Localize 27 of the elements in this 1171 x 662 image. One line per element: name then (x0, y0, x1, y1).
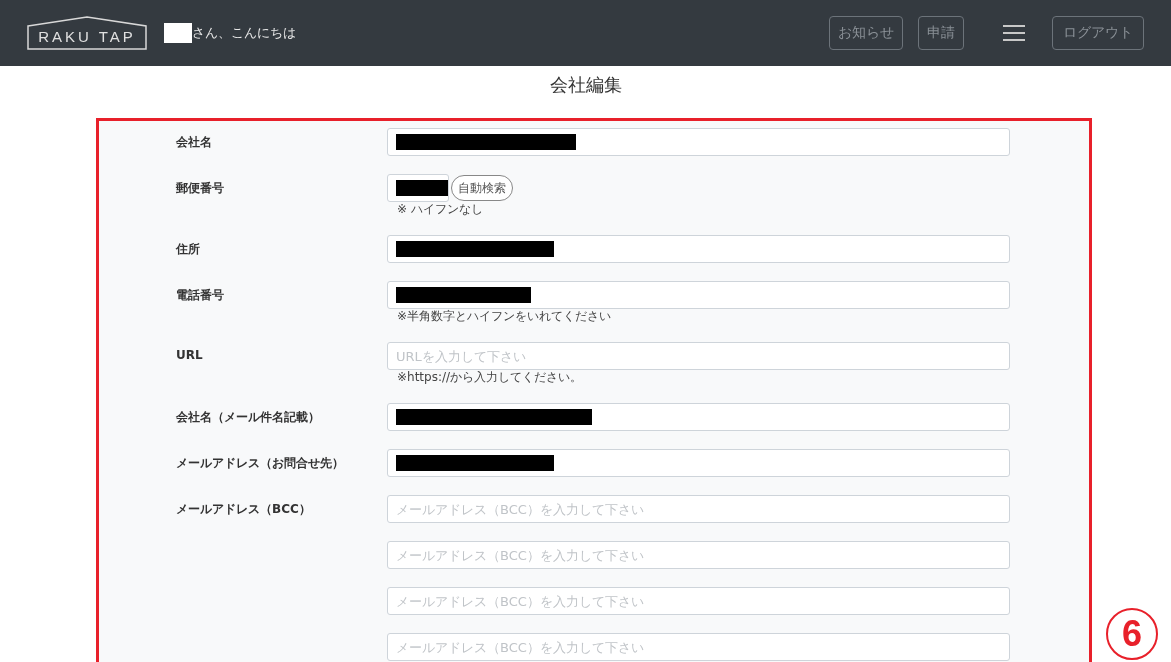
field-label: 電話番号 (176, 287, 225, 304)
step-number-badge: 6 (1106, 608, 1158, 660)
field-label: URL (176, 347, 204, 364)
field-label: メールアドレス（BCC） (176, 501, 312, 518)
input-field[interactable] (387, 174, 449, 202)
auto-search-button[interactable]: 自動検索 (451, 175, 513, 201)
input-field[interactable]: URLを入力して下さい (387, 342, 1010, 370)
hint-text: ※半角数字とハイフンをいれてください (396, 309, 613, 324)
input-field[interactable] (387, 235, 1010, 263)
hint-text: ※https://から入力してください。 (396, 370, 584, 385)
field-label: 住所 (176, 241, 201, 258)
field-label: 会社名（メール件名記載） (176, 409, 321, 426)
page-title: 会社編集 (548, 73, 623, 97)
input-field[interactable] (387, 128, 1010, 156)
nav-button[interactable]: お知らせ (829, 16, 903, 50)
field-label: 会社名 (176, 134, 213, 151)
input-field[interactable] (387, 403, 1010, 431)
input-field[interactable] (387, 281, 1010, 309)
logout-button[interactable]: ログアウト (1052, 16, 1144, 50)
greeting-text: さん、こんにちは (192, 24, 296, 42)
menu-icon[interactable] (1003, 24, 1025, 42)
field-label: 郵便番号 (176, 180, 225, 197)
input-field[interactable] (387, 449, 1010, 477)
field-label: メールアドレス（お問合せ先） (176, 455, 345, 472)
hint-text: ※ ハイフンなし (396, 202, 484, 217)
house-outline-icon (27, 16, 147, 50)
nav-button[interactable]: 申請 (918, 16, 964, 50)
